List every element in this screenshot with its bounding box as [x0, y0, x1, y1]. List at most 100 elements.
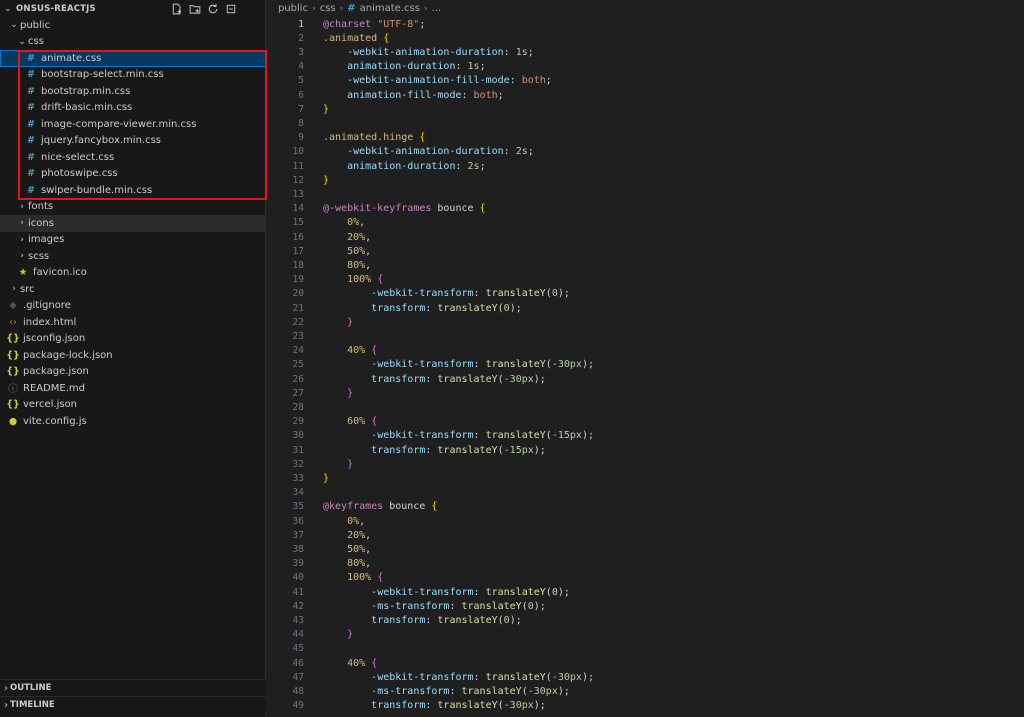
code-line[interactable]: 18 80%, — [267, 258, 1024, 272]
code-line[interactable]: 44 } — [267, 628, 1024, 642]
tree-folder[interactable]: ⌄ css — [0, 34, 266, 51]
code-line[interactable]: 10 -webkit-animation-duration: 2s; — [267, 145, 1024, 159]
breadcrumb-item[interactable]: public — [278, 3, 308, 14]
chevron-right-icon[interactable]: › — [8, 284, 20, 294]
code-line[interactable]: 38 50%, — [267, 542, 1024, 556]
chevron-right-icon[interactable]: › — [16, 202, 28, 212]
code-line[interactable]: 23 — [267, 329, 1024, 343]
breadcrumb-file[interactable]: animate.css — [360, 3, 420, 14]
code-line[interactable]: 46 40% { — [267, 656, 1024, 670]
code-line[interactable]: 21 transform: translateY(0); — [267, 301, 1024, 315]
outline-panel-header[interactable]: › OUTLINE — [0, 679, 266, 696]
new-file-icon[interactable] — [170, 2, 183, 15]
tree-file[interactable]: # jquery.fancybox.min.css — [0, 133, 266, 150]
chevron-right-icon[interactable]: › — [16, 218, 28, 228]
tree-file[interactable]: # swiper-bundle.min.css — [0, 182, 266, 199]
refresh-icon[interactable] — [206, 2, 219, 15]
code-line[interactable]: 42 -ms-transform: translateY(0); — [267, 599, 1024, 613]
tree-file[interactable]: ◆ .gitignore — [0, 298, 266, 315]
code-text: transform: translateY(-30px); — [323, 700, 546, 711]
code-line[interactable]: 1 @charset "UTF-8"; — [267, 17, 1024, 31]
code-line[interactable]: 7} — [267, 102, 1024, 116]
code-line[interactable]: 49 transform: translateY(-30px); — [267, 699, 1024, 713]
explorer-header[interactable]: ⌄ ONSUS-REACTJS — [0, 0, 265, 17]
breadcrumb-symbol[interactable]: ... — [432, 3, 442, 14]
code-line[interactable]: 8 — [267, 116, 1024, 130]
collapse-all-icon[interactable] — [224, 2, 237, 15]
tree-file[interactable]: # image-compare-viewer.min.css — [0, 116, 266, 133]
chevron-right-icon[interactable]: › — [4, 700, 8, 711]
code-line[interactable]: 48 -ms-transform: translateY(-30px); — [267, 684, 1024, 698]
code-line[interactable]: 37 20%, — [267, 528, 1024, 542]
tree-file[interactable]: ⓘ README.md — [0, 380, 266, 397]
chevron-down-icon[interactable]: ⌄ — [8, 20, 20, 30]
tree-file[interactable]: {} package.json — [0, 364, 266, 381]
code-line[interactable]: 17 50%, — [267, 244, 1024, 258]
code-line[interactable]: 14 @-webkit-keyframes bounce { — [267, 202, 1024, 216]
code-line[interactable]: 32 } — [267, 457, 1024, 471]
code-line[interactable]: 24 40% { — [267, 344, 1024, 358]
code-line[interactable]: 36 0%, — [267, 514, 1024, 528]
code-line[interactable]: 20 -webkit-transform: translateY(0); — [267, 287, 1024, 301]
tree-file[interactable]: {} jsconfig.json — [0, 331, 266, 348]
code-line[interactable]: 43 transform: translateY(0); — [267, 613, 1024, 627]
tree-file[interactable]: {} package-lock.json — [0, 347, 266, 364]
code-line[interactable]: 30 -webkit-transform: translateY(-15px); — [267, 429, 1024, 443]
breadcrumb-item[interactable]: css — [320, 3, 336, 14]
code-line[interactable]: 39 80%, — [267, 557, 1024, 571]
code-line[interactable]: 12} — [267, 173, 1024, 187]
tree-file[interactable]: ‹› index.html — [0, 314, 266, 331]
tree-folder[interactable]: › scss — [0, 248, 266, 265]
code-line[interactable]: 35 @keyframes bounce { — [267, 500, 1024, 514]
code-line[interactable]: 47 -webkit-transform: translateY(-30px); — [267, 670, 1024, 684]
code-line[interactable]: 5 -webkit-animation-fill-mode: both; — [267, 74, 1024, 88]
code-line[interactable]: 3 -webkit-animation-duration: 1s; — [267, 45, 1024, 59]
code-token: translateY — [485, 359, 546, 371]
code-line[interactable]: 33} — [267, 471, 1024, 485]
code-line[interactable]: 25 -webkit-transform: translateY(-30px); — [267, 358, 1024, 372]
code-line[interactable]: 2 .animated { — [267, 31, 1024, 45]
code-line[interactable]: 9 .animated.hinge { — [267, 131, 1024, 145]
code-editor[interactable]: public › css › # animate.css › ... 1 @cha… — [267, 0, 1024, 717]
timeline-panel-header[interactable]: › TIMELINE — [0, 696, 266, 713]
code-line[interactable]: 4 animation-duration: 1s; — [267, 60, 1024, 74]
tree-file[interactable]: # drift-basic.min.css — [0, 100, 266, 117]
tree-folder[interactable]: › images — [0, 232, 266, 249]
code-line[interactable]: 6 animation-fill-mode: both; — [267, 88, 1024, 102]
code-line[interactable]: 34 — [267, 486, 1024, 500]
tree-file[interactable]: ● vite.config.js — [0, 413, 266, 430]
code-text: @keyframes bounce { — [323, 501, 437, 512]
code-line[interactable]: 15 0%, — [267, 216, 1024, 230]
chevron-right-icon[interactable]: › — [16, 235, 28, 245]
code-line[interactable]: 11 animation-duration: 2s; — [267, 159, 1024, 173]
code-line[interactable]: 28 — [267, 400, 1024, 414]
code-line[interactable]: 29 60% { — [267, 415, 1024, 429]
code-line[interactable]: 45 — [267, 642, 1024, 656]
code-line[interactable]: 26 transform: translateY(-30px); — [267, 372, 1024, 386]
chevron-right-icon[interactable]: › — [16, 251, 28, 261]
tree-folder[interactable]: › src — [0, 281, 266, 298]
code-line[interactable]: 40 100% { — [267, 571, 1024, 585]
chevron-right-icon[interactable]: › — [4, 683, 8, 694]
chevron-down-icon[interactable]: ⌄ — [4, 4, 14, 14]
code-line[interactable]: 19 100% { — [267, 273, 1024, 287]
tree-file[interactable]: # animate.css — [0, 50, 266, 67]
tree-file[interactable]: # photoswipe.css — [0, 166, 266, 183]
chevron-down-icon[interactable]: ⌄ — [16, 37, 28, 47]
code-line[interactable]: 22 } — [267, 315, 1024, 329]
tree-file[interactable]: # bootstrap-select.min.css — [0, 67, 266, 84]
code-line[interactable]: 27 } — [267, 386, 1024, 400]
tree-folder[interactable]: ⌄ public — [0, 17, 266, 34]
code-area[interactable]: 1 @charset "UTF-8"; 2 .animated {3 -webkit-… — [267, 17, 1024, 717]
tree-file[interactable]: ★ favicon.ico — [0, 265, 266, 282]
tree-file[interactable]: # bootstrap.min.css — [0, 83, 266, 100]
code-line[interactable]: 16 20%, — [267, 230, 1024, 244]
code-line[interactable]: 31 transform: translateY(-15px); — [267, 443, 1024, 457]
code-line[interactable]: 41 -webkit-transform: translateY(0); — [267, 585, 1024, 599]
tree-folder[interactable]: › icons — [0, 215, 266, 232]
tree-file[interactable]: # nice-select.css — [0, 149, 266, 166]
new-folder-icon[interactable] — [188, 2, 201, 15]
code-line[interactable]: 13 — [267, 187, 1024, 201]
tree-folder[interactable]: › fonts — [0, 199, 266, 216]
tree-file[interactable]: {} vercel.json — [0, 397, 266, 414]
